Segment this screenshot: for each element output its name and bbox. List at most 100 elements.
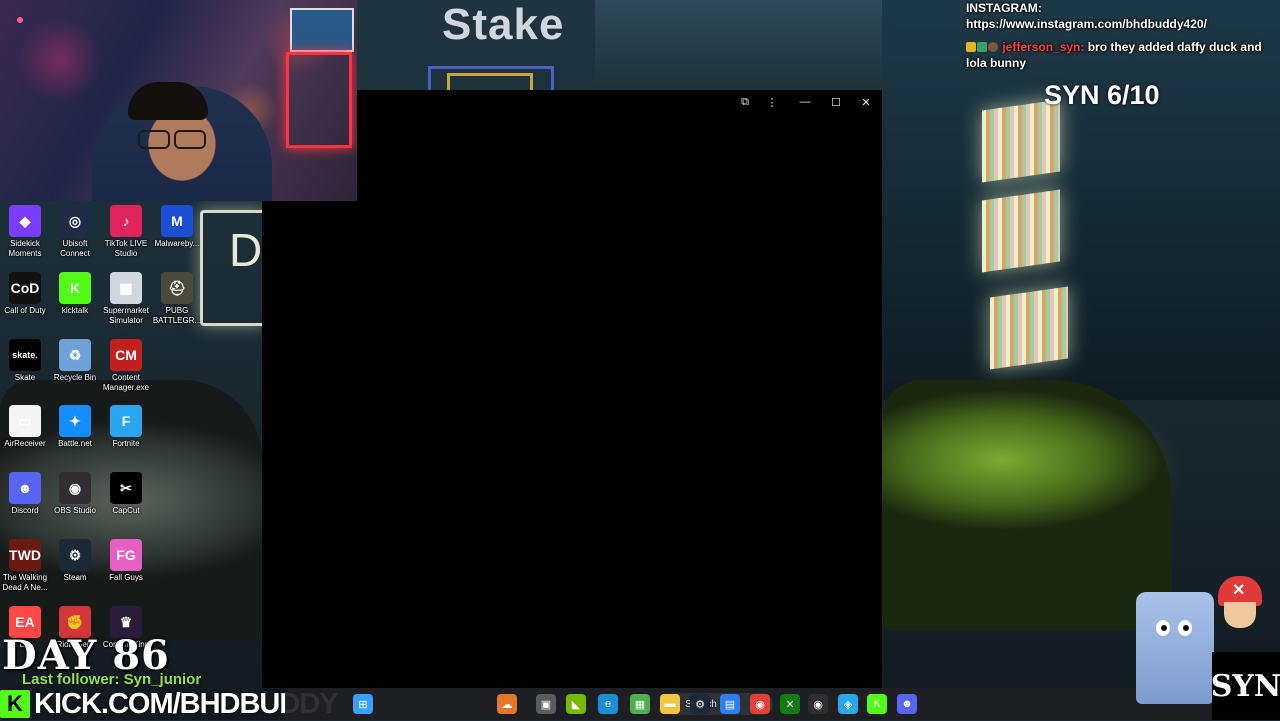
taskbar-store[interactable]: ▤ [720,694,740,714]
fall-guys-icon: FG [110,539,142,571]
minecraft-icon: ▦ [634,698,646,711]
desktop-icon[interactable]: ♪ TikTok LIVE Studio [101,203,151,259]
desktop-icon[interactable]: ▭ AirReceiver [0,403,50,449]
obs-icon: ◉ [59,472,91,504]
taskbar-weather[interactable]: ☁ [497,694,517,714]
chopper-mascot: ✕ [1212,570,1266,646]
taskbar-task-view[interactable]: ▣ [536,694,556,714]
taskbar-obs[interactable]: ◉ [808,694,828,714]
desktop-icon[interactable]: M Malwareby... [152,203,202,249]
taskbar-xbox[interactable]: ✕ [780,694,800,714]
chrome-icon: ◉ [755,698,765,711]
discord-icon: ☻ [901,698,913,710]
chat-username: jefferson_syn: [1002,40,1085,54]
close-button[interactable]: ✕ [856,94,876,110]
desktop-icon-label: Fall Guys [109,573,143,582]
desktop-icon[interactable]: FG Fall Guys [101,537,151,583]
more-options-icon[interactable]: ⋮ [762,94,782,110]
desktop-icon-label: The Walking Dead A Ne... [2,573,48,592]
desktop-icon[interactable]: skate. Skate [0,337,50,383]
webcam-overlay [0,0,357,201]
desktop-icon-label: CapCut [112,506,140,515]
taskbar-discord[interactable]: ☻ [897,694,917,714]
desktop-icon[interactable]: ◎ Ubisoft Connect [50,203,100,259]
desktop-icon-label: AirReceiver [4,439,46,448]
obs-icon: ◉ [813,698,823,711]
desktop-icon-label: Supermarket Simulator [103,306,149,325]
towelie-mascot [1136,592,1214,704]
snap-icon[interactable]: ⧉ [735,94,755,110]
desktop-icon[interactable]: ⛑ PUBG BATTLEGR... [152,270,202,326]
edge-icon: e [604,698,612,710]
desktop-icon-label: Sidekick Moments [8,239,42,258]
app-window-body [262,201,357,688]
taskbar-chrome[interactable]: ◉ [750,694,770,714]
desktop-icon[interactable]: ▦ Supermarket Simulator [101,270,151,326]
discord-icon: ☻ [9,472,41,504]
desktop-icon-label: kicktalk [61,306,89,315]
emote-badge-icon [988,42,998,52]
desktop-icon-label: Malwareby... [154,239,200,248]
supermarket-icon: ▦ [110,272,142,304]
instagram-label: INSTAGRAM: [966,1,1042,15]
desktop-icon-label: Steam [63,573,87,582]
kick-logo-icon: K [0,690,30,718]
battlenet-icon: ✦ [59,405,91,437]
recycle-bin-icon: ♻ [59,339,91,371]
desktop-icon[interactable]: ☻ Discord [0,470,50,516]
desktop-icon[interactable]: CM Content Manager.exe [101,337,151,393]
taskbar-minecraft[interactable]: ▦ [630,694,650,714]
desktop-icon[interactable]: ♻ Recycle Bin [50,337,100,383]
taskbar-steam[interactable]: ⚙ [690,694,710,714]
syn-logo: SYN [1211,652,1280,720]
desktop-icon[interactable]: ◉ OBS Studio [50,470,100,516]
green-car [882,380,1172,630]
desktop-icon[interactable]: ⚙ Steam [50,537,100,583]
taskbar-edge[interactable]: e [598,694,618,714]
steam-icon: ⚙ [59,539,91,571]
fortnite-icon: F [110,405,142,437]
desktop-icon-label: Call of Duty [4,306,46,315]
maximize-button[interactable]: ☐ [826,94,846,110]
desktop-icon-label: Battle.net [58,439,92,448]
desktop-icon[interactable]: ◆ Sidekick Moments [0,203,50,259]
start-button[interactable]: ⊞ [353,694,373,714]
steam-icon: ⚙ [695,698,705,711]
app-icon: ◈ [843,698,853,711]
minimize-button[interactable]: — [795,94,815,110]
nvidia-icon: ◣ [571,698,581,711]
desktop-icon[interactable]: Kkicktalk [50,270,100,316]
airreceiver-icon: ▭ [9,405,41,437]
capcut-icon: ✂ [110,472,142,504]
ubisoft-icon: ◎ [59,205,91,237]
desktop-icon-label: Fortnite [112,439,140,448]
content-manager-icon: CM [110,339,142,371]
desktop-icon[interactable]: TWD The Walking Dead A Ne... [0,537,50,593]
malwarebytes-icon: M [161,205,193,237]
microsoft-store-icon: ▤ [724,698,736,711]
task-view-icon: ▣ [540,698,552,711]
desktop-icon-label: Skate [14,373,36,382]
chat-overlay: INSTAGRAM: https://www.instagram.com/bhd… [966,0,1271,78]
sidekick-icon: ◆ [9,205,41,237]
taskbar-file-explorer[interactable]: ▬ [660,694,680,714]
skate-icon: skate. [9,339,41,371]
folder-icon: ▬ [664,698,676,710]
chat-message: jefferson_syn: bro they added daffy duck… [966,39,1271,71]
kicktalk-icon: K [59,272,91,304]
taskbar-kick[interactable]: K [867,694,887,714]
desktop-icon[interactable]: ✂ CapCut [101,470,151,516]
call-of-duty-icon: CoD [9,272,41,304]
taskbar-app[interactable]: ◈ [838,694,858,714]
desktop-icon[interactable]: F Fortnite [101,403,151,449]
subscriber-badge-icon [977,42,987,52]
app-window[interactable]: ⧉ ⋮ — ☐ ✕ [357,90,882,688]
desktop-icon[interactable]: CoD Call of Duty [0,270,50,316]
taskbar-nvidia[interactable]: ◣ [566,694,586,714]
desktop-icon-label: TikTok LIVE Studio [104,239,148,258]
xbox-icon: ✕ [785,698,795,711]
stake-logo: Stake [442,0,565,49]
weather-widget-icon: ☁ [501,698,513,711]
desktop-icon[interactable]: ✦ Battle.net [50,403,100,449]
desktop-icon-label: Discord [11,506,39,515]
